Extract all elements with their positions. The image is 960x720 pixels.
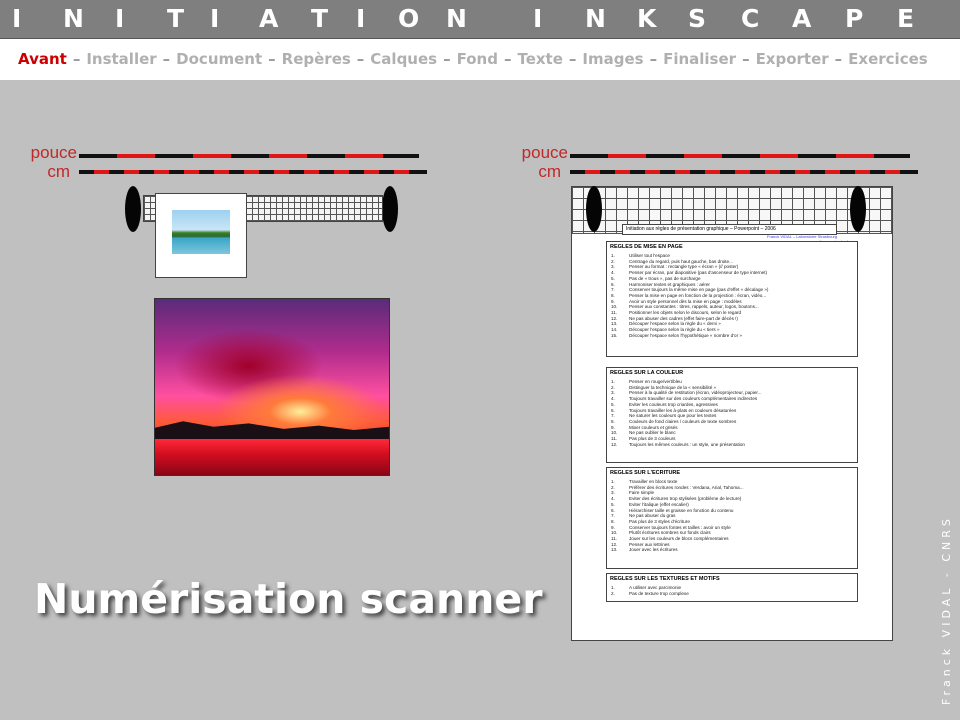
nav-separator: –: [834, 50, 843, 68]
nav-bar: Avant – Installer – Document – Repères – Calques…: [0, 39, 960, 80]
document-section: REGLES SUR LES TEXTURES ET MOTIFS 1. A uti…: [606, 573, 858, 602]
title-letter: E: [897, 4, 915, 33]
scanner-grip-right: [382, 186, 398, 232]
nav-separator: –: [268, 50, 276, 68]
nav-item-finaliser[interactable]: Finaliser: [663, 50, 736, 68]
title-letter: N: [585, 4, 606, 33]
title-letter: O: [398, 4, 420, 33]
ruler-cm-label-right: cm: [538, 162, 561, 181]
title-letter: T: [311, 4, 329, 33]
scanner-grip-right-2: [850, 186, 866, 232]
nav-separator: –: [443, 50, 451, 68]
title-letter: K: [637, 4, 657, 33]
nav-item-texte[interactable]: Texte: [517, 50, 562, 68]
title-letter: I: [115, 4, 125, 33]
document-section-title: REGLES SUR LES TEXTURES ET MOTIFS: [610, 576, 720, 582]
nav-separator: –: [649, 50, 658, 68]
island-photo: [172, 210, 230, 254]
nav-separator: –: [503, 50, 512, 68]
nav-item-repères[interactable]: Repères: [282, 50, 351, 68]
ruler-cm-label-left: cm: [47, 162, 70, 181]
ruler-inch-label-left: pouce: [30, 143, 77, 162]
nav-item-exporter[interactable]: Exporter: [756, 50, 829, 68]
nav-item-calques[interactable]: Calques: [370, 50, 437, 68]
title-letter: T: [167, 4, 185, 33]
nav-item-fond[interactable]: Fond: [457, 50, 498, 68]
ruler-inch-right: [570, 154, 910, 158]
document-section-title: REGLES SUR L'ECRITURE: [610, 470, 681, 476]
title-letter: N: [63, 4, 84, 33]
title-letter: P: [845, 4, 864, 33]
scanner-grip-left-2: [586, 186, 602, 232]
document-section: REGLES SUR L'ECRITURE 1. Travailler en blo…: [606, 467, 858, 569]
ruler-cm-left: [79, 170, 427, 174]
nav-separator: –: [72, 50, 81, 68]
title-letter: A: [259, 4, 279, 33]
nav-separator: –: [568, 50, 577, 68]
title-letter: N: [446, 4, 467, 33]
ruler-inch-left: [79, 154, 419, 158]
author-credit: Franck VIDAL - CNRS: [940, 515, 953, 705]
nav-separator: –: [162, 50, 171, 68]
title-letter: I: [533, 4, 543, 33]
document-section: REGLES SUR LA COULEUR 1. Penser en rouge/v…: [606, 367, 858, 463]
slide-title: Numérisation scanner: [34, 575, 543, 623]
document-rule-item: 13. Jouer avec les écritures: [611, 547, 678, 553]
nav-item-images[interactable]: Images: [582, 50, 643, 68]
title-letter: I: [356, 4, 366, 33]
ruler-cm-right: [570, 170, 918, 174]
nav-item-avant[interactable]: Avant: [18, 50, 67, 68]
title-letter: I: [210, 4, 220, 33]
ruler-inch-label-right: pouce: [521, 143, 568, 162]
title-bar: INITIATIONINKSCAPE: [0, 0, 960, 39]
document-section: REGLES DE MISE EN PAGE 1. Utiliser tout l'…: [606, 241, 858, 357]
title-letter: A: [792, 4, 812, 33]
nav-item-document[interactable]: Document: [176, 50, 262, 68]
title-letter: C: [741, 4, 760, 33]
sunset-photo: [154, 298, 390, 476]
document-rule-item: 2. Pas de texture trop complexe: [611, 590, 689, 596]
nav-row: Avant – Installer – Document – Repères – Calques…: [18, 50, 928, 68]
scanned-document: Initiation aux règles de présentation gr…: [571, 186, 893, 641]
nav-item-exercices[interactable]: Exercices: [848, 50, 928, 68]
title-letter: S: [688, 4, 707, 33]
nav-item-installer[interactable]: Installer: [86, 50, 156, 68]
document-section-title: REGLES DE MISE EN PAGE: [610, 244, 683, 250]
nav-separator: –: [742, 50, 750, 68]
scanner-grip-left: [125, 186, 141, 232]
title-letter: I: [12, 4, 22, 33]
scanned-photo-frame: [155, 193, 247, 278]
nav-separator: –: [356, 50, 365, 68]
document-rule-item: 15. Découper l'espace selon l'hypothétiqu…: [611, 332, 742, 338]
document-rule-item: 12. Toujours les mêmes couleurs : un styl…: [611, 441, 745, 447]
document-section-title: REGLES SUR LA COULEUR: [610, 370, 684, 376]
